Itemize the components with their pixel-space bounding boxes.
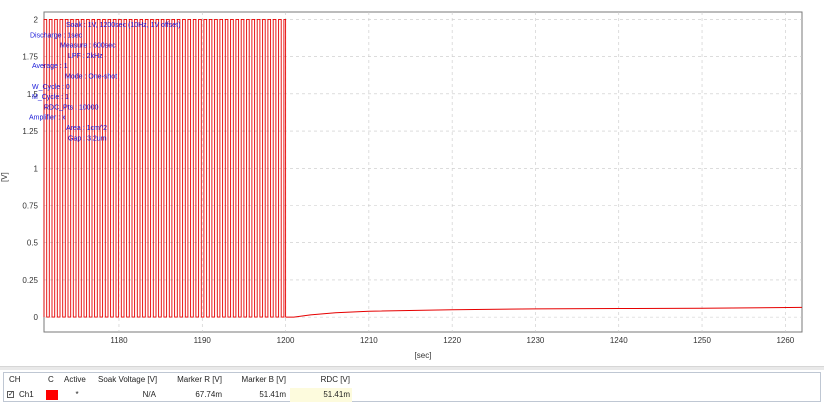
y-tick-label: 2 [34, 15, 39, 24]
y-tick-label: 0.5 [27, 239, 39, 248]
y-tick-label: 1.75 [22, 53, 38, 62]
x-axis-label: [sec] [415, 351, 432, 360]
column-header-soak-voltage[interactable]: Soak Voltage [V] [98, 373, 158, 387]
annotation-text: Area : 1cm^2 [66, 125, 107, 132]
soak-voltage-value: N/A [142, 390, 156, 399]
y-tick-label: 0.75 [22, 201, 38, 210]
y-tick-label: 0 [34, 313, 39, 322]
annotation-text: Mode : One-shot [65, 74, 117, 81]
column-header-active[interactable]: Active [64, 373, 94, 387]
y-axis-label: [V] [0, 172, 9, 182]
channel-name: Ch1 [19, 390, 34, 399]
x-tick-label: 1190 [194, 336, 212, 345]
annotation-text: Discharge : 1sec [30, 32, 83, 39]
x-tick-label: 1180 [110, 336, 128, 345]
annotation-text: Average : 1 [32, 63, 68, 70]
annotation-text: Amplifier : x [29, 115, 66, 122]
x-tick-label: 1230 [527, 336, 545, 345]
annotation-text: Gap : 3.2um [68, 135, 107, 142]
table-header-row: CH C Active Soak Voltage [V] Marker R [V… [4, 373, 820, 387]
ch1-visible-checkbox[interactable]: ✓ [7, 391, 14, 398]
annotation-text: Measure : 600sec [60, 43, 116, 50]
rdc-value: 51.41m [323, 390, 350, 399]
y-tick-label: 1 [34, 164, 39, 173]
plot-panel[interactable]: 0 0.25 0.5 0.75 1 1.25 1.5 1.75 2 1180 1190 1200 121… [0, 0, 824, 366]
annotation-text: LPF : 2kHz [68, 53, 103, 60]
x-tick-label: 1210 [360, 336, 378, 345]
x-tick-label: 1260 [776, 336, 794, 345]
x-tick-label: 1240 [610, 336, 628, 345]
column-header-rdc[interactable]: RDC [V] [290, 373, 350, 387]
annotation-text: M_Cycle : 1 [32, 94, 69, 101]
column-header-marker-r[interactable]: Marker R [V] [162, 373, 222, 387]
annotation-text: Soak : 1V, 1200sec (10Hz, 1V offset) [66, 22, 180, 29]
marker-b-value: 51.41m [259, 390, 286, 399]
x-tick-label: 1250 [693, 336, 711, 345]
x-tick-label: 1220 [443, 336, 461, 345]
annotation-text: W_Cycle : 0 [32, 84, 70, 91]
column-header-color[interactable]: C [48, 373, 58, 387]
panel-splitter[interactable] [0, 366, 824, 370]
channel-color-swatch[interactable] [46, 390, 58, 400]
marker-r-value: 67.74m [195, 390, 222, 399]
voltage-chart[interactable]: 00.250.50.7511.251.51.7521180 1190 1200 121… [0, 0, 824, 366]
table-row[interactable]: ✓ Ch1 * N/A 67.74m 51.41m 51.41m [4, 388, 820, 402]
annotation-text: RDC_Pts : 10000 [44, 104, 99, 111]
x-tick-label: 1200 [277, 336, 295, 345]
channel-table: CH C Active Soak Voltage [V] Marker R [V… [3, 372, 821, 402]
column-header-ch[interactable]: CH [9, 373, 29, 387]
column-header-marker-b[interactable]: Marker B [V] [226, 373, 286, 387]
active-marker[interactable]: * [64, 388, 90, 402]
y-tick-label: 1.25 [22, 127, 38, 136]
y-tick-label: 0.25 [22, 276, 38, 285]
plot-area[interactable] [43, 11, 803, 333]
